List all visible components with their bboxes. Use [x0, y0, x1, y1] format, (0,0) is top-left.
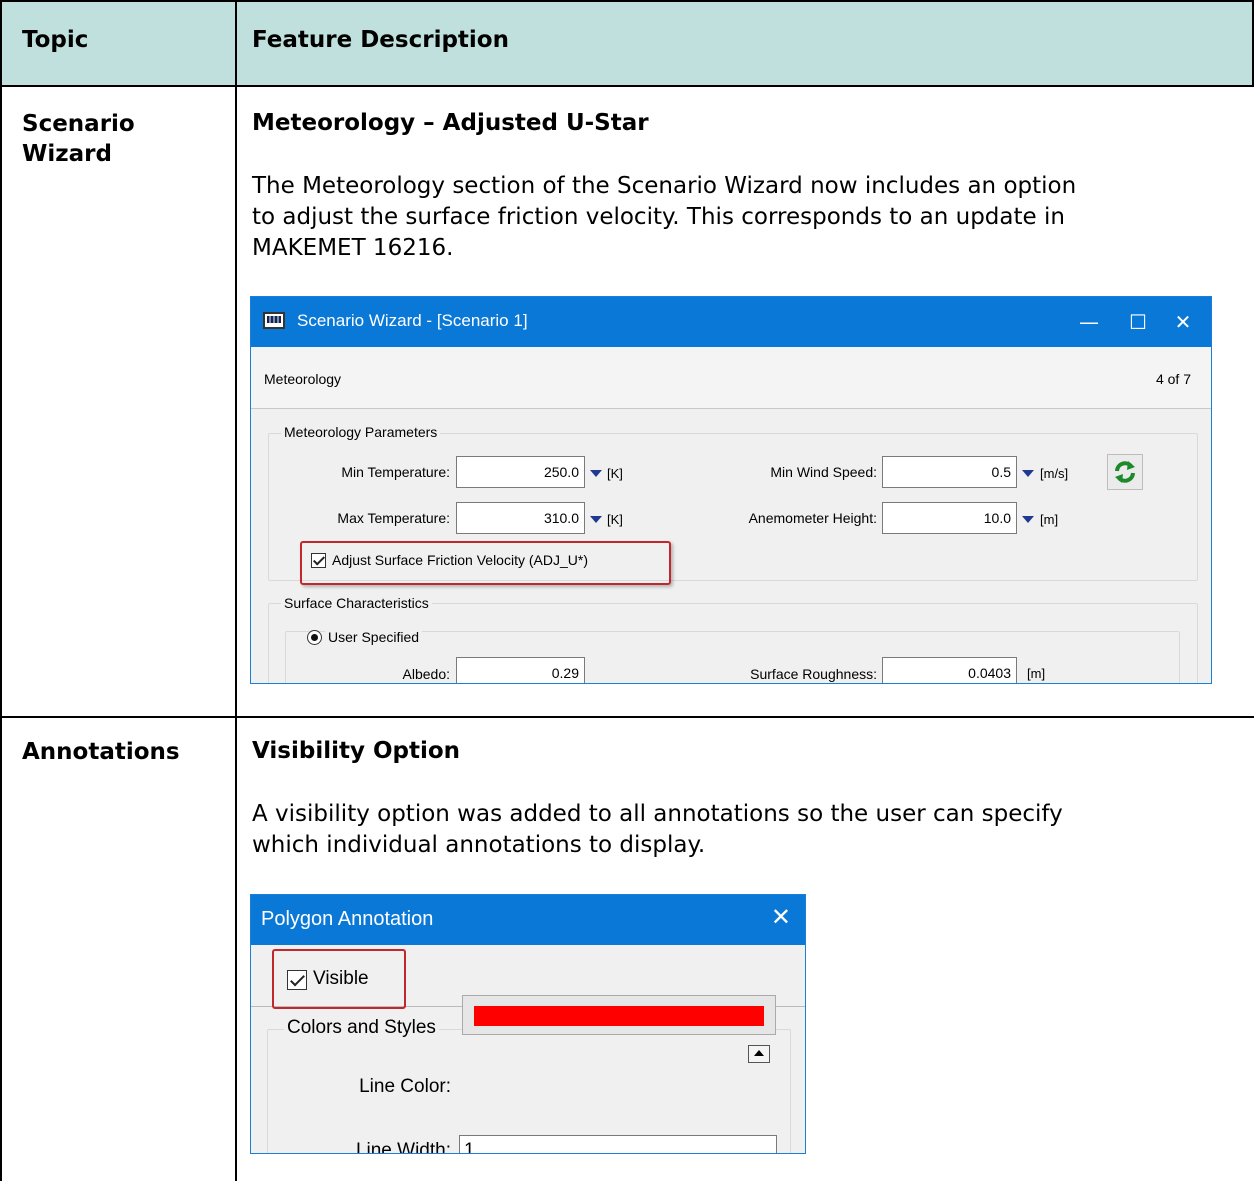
close-button[interactable]: ✕	[1163, 307, 1203, 337]
max-temperature-input[interactable]: 310.0	[456, 502, 585, 534]
min-wind-speed-unit-dropdown-icon[interactable]	[1022, 470, 1034, 477]
adjust-friction-velocity-label: Adjust Surface Friction Velocity (ADJ_U*…	[332, 552, 588, 568]
description-line: A visibility option was added to all ann…	[252, 801, 1063, 827]
line-color-picker[interactable]	[462, 995, 776, 1035]
topic-line: Scenario	[22, 111, 135, 137]
group-label: Surface Characteristics	[281, 595, 432, 611]
surface-roughness-input[interactable]: 0.0403	[882, 657, 1017, 683]
table-border-left	[0, 0, 2, 1181]
column-divider	[235, 0, 237, 1181]
anemometer-height-unit-dropdown-icon[interactable]	[1022, 516, 1034, 523]
window-title: Polygon Annotation	[261, 908, 434, 930]
topic-annotations: Annotations	[22, 739, 180, 765]
topic-line: Wizard	[22, 141, 112, 167]
row-divider	[0, 716, 1254, 718]
feature-description-ustar: The Meteorology section of the Scenario …	[252, 171, 1076, 264]
surface-roughness-unit: [m]	[1027, 666, 1046, 681]
window-titlebar: Polygon Annotation ✕	[251, 895, 805, 945]
line-width-spin-up-icon[interactable]	[748, 1045, 770, 1063]
min-temperature-input[interactable]: 250.0	[456, 456, 585, 488]
albedo-input[interactable]: 0.29	[456, 657, 585, 683]
feature-title-visibility: Visibility Option	[252, 738, 461, 764]
min-temperature-label: Min Temperature:	[341, 464, 450, 480]
line-color-label: Line Color:	[359, 1076, 451, 1097]
min-wind-speed-unit: [m/s]	[1040, 466, 1069, 481]
header-divider	[0, 85, 1254, 87]
feature-title-adjusted-ustar: Meteorology – Adjusted U-Star	[252, 110, 649, 136]
scenario-wizard-window: Scenario Wizard - [Scenario 1] — ☐ ✕ Met…	[250, 296, 1212, 684]
min-temperature-unit-dropdown-icon[interactable]	[590, 470, 602, 477]
step-name: Meteorology	[264, 371, 342, 387]
group-label: Colors and Styles	[284, 1017, 439, 1039]
visible-label: Visible	[313, 968, 369, 989]
max-temperature-unit: [K]	[607, 512, 623, 527]
line-color-swatch	[474, 1006, 764, 1026]
refresh-icon	[1115, 461, 1135, 483]
window-title: Scenario Wizard - [Scenario 1]	[297, 311, 528, 330]
max-temperature-unit-dropdown-icon[interactable]	[590, 516, 602, 523]
minimize-button[interactable]: —	[1069, 307, 1109, 337]
albedo-label: Albedo:	[402, 666, 450, 682]
polygon-annotation-window: Polygon Annotation ✕ Visible Colors and …	[250, 894, 806, 1154]
min-wind-speed-label: Min Wind Speed:	[770, 464, 877, 480]
description-line: to adjust the surface friction velocity.…	[252, 204, 1065, 230]
maximize-button[interactable]: ☐	[1118, 307, 1158, 337]
wizard-step-bar: Meteorology 4 of 7	[251, 347, 1211, 409]
min-wind-speed-input[interactable]: 0.5	[882, 456, 1017, 488]
description-line: which individual annotations to display.	[252, 832, 706, 858]
window-titlebar: Scenario Wizard - [Scenario 1] — ☐ ✕	[251, 297, 1211, 347]
header-topic: Topic	[22, 27, 89, 53]
refresh-button[interactable]	[1107, 454, 1143, 490]
user-specified-label: User Specified	[325, 629, 423, 645]
topic-scenario-wizard: Scenario Wizard	[22, 109, 135, 169]
user-specified-radio[interactable]	[307, 630, 322, 645]
table-header	[0, 0, 1254, 85]
close-button[interactable]: ✕	[771, 903, 791, 931]
anemometer-height-unit: [m]	[1040, 512, 1059, 527]
min-temperature-unit: [K]	[607, 466, 623, 481]
line-width-label: Line Width:	[355, 1140, 451, 1154]
app-monitor-icon	[263, 312, 285, 329]
anemometer-height-label: Anemometer Height:	[748, 510, 877, 526]
adjust-friction-velocity-checkbox[interactable]	[311, 553, 326, 568]
group-label: Meteorology Parameters	[281, 424, 441, 440]
header-feature-description: Feature Description	[252, 27, 509, 53]
max-temperature-label: Max Temperature:	[337, 510, 450, 526]
surface-roughness-label: Surface Roughness:	[750, 666, 877, 682]
description-line: MAKEMET 16216.	[252, 235, 454, 261]
line-width-input[interactable]: 1	[459, 1135, 777, 1153]
table-border-top	[0, 0, 1254, 2]
feature-description-visibility: A visibility option was added to all ann…	[252, 799, 1063, 861]
description-line: The Meteorology section of the Scenario …	[252, 173, 1077, 199]
anemometer-height-input[interactable]: 10.0	[882, 502, 1017, 534]
step-counter: 4 of 7	[1155, 371, 1191, 387]
visible-checkbox[interactable]	[287, 970, 307, 990]
